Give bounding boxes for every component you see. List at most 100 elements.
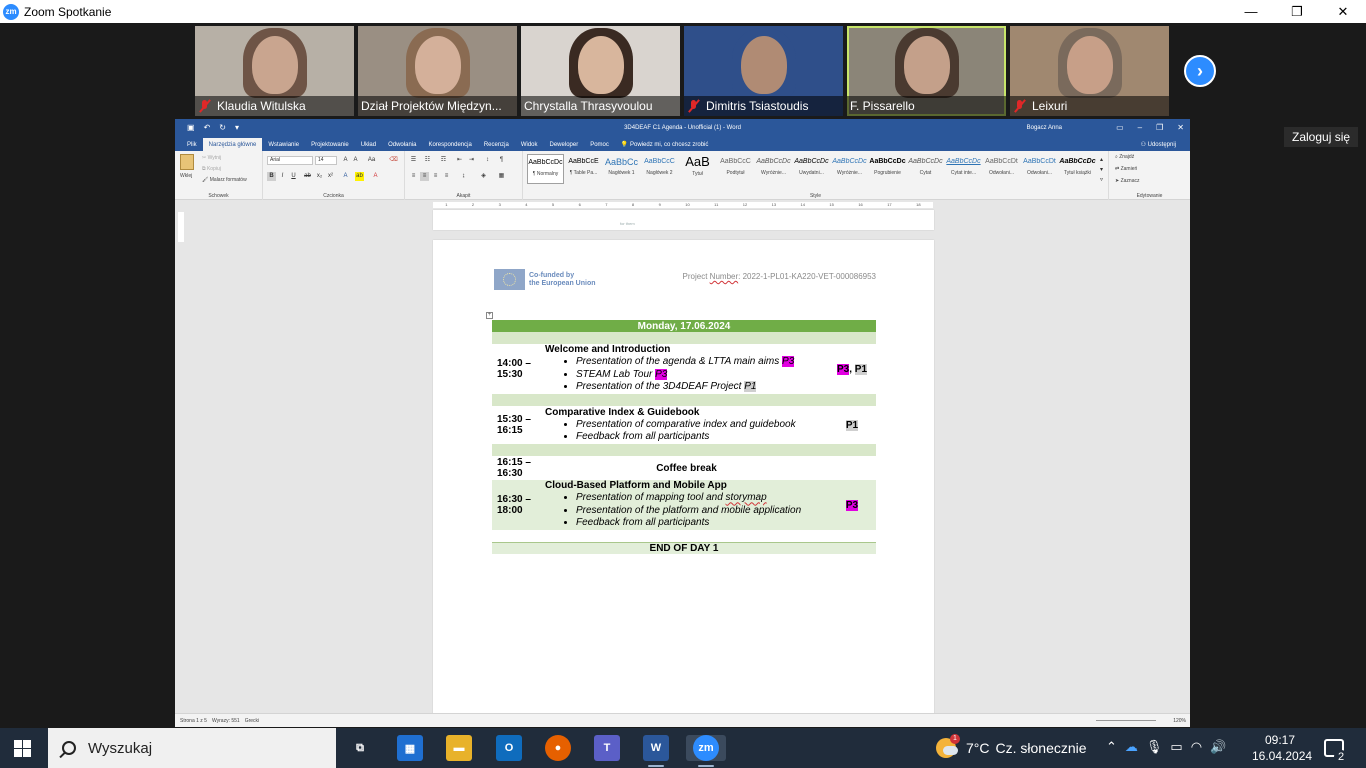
word-count[interactable]: Wyrazy: 551 — [212, 718, 240, 724]
numbering-icon[interactable]: ☷ — [423, 156, 432, 165]
change-case-icon[interactable]: Aa — [367, 156, 376, 165]
style-subtle-reference[interactable]: AaBbCcDt Odwołani... — [983, 154, 1020, 184]
align-center-icon[interactable]: ≡ — [420, 172, 429, 181]
zoom-slider[interactable] — [1096, 720, 1156, 721]
find-button[interactable]: ⌕ Znajdź — [1115, 154, 1134, 160]
style-strong[interactable]: AaBbCcDc Pogrubienie — [869, 154, 906, 184]
table-move-handle-icon[interactable]: + — [486, 312, 493, 319]
login-tooltip[interactable]: Zaloguj się — [1284, 127, 1359, 147]
share-button[interactable]: ⚇ Udostępnij — [1135, 138, 1182, 151]
close-button[interactable]: ✕ — [1320, 0, 1366, 23]
windows-start-icon[interactable] — [14, 740, 31, 757]
tab-developer[interactable]: Deweloper — [544, 138, 585, 151]
paste-button[interactable]: Wklej — [180, 173, 192, 179]
taskbar-clock[interactable]: 09:17 16.04.2024 — [1252, 732, 1312, 764]
participant-tile-speaking[interactable]: F. Pissarello — [847, 26, 1006, 116]
bullets-icon[interactable]: ☰ — [409, 156, 418, 165]
word-ribbon-options-icon[interactable]: ▭ — [1116, 123, 1124, 132]
align-right-icon[interactable]: ≡ — [431, 172, 440, 181]
next-page-arrow-icon[interactable]: › — [1184, 55, 1216, 87]
style-quote[interactable]: AaBbCcDc Cytat — [907, 154, 944, 184]
font-color-icon[interactable]: A — [371, 172, 380, 181]
clear-formatting-icon[interactable]: ⌫ — [389, 156, 398, 165]
tell-me-search[interactable]: 💡 Powiedz mi, co chcesz zrobić — [615, 138, 715, 151]
style-heading-2[interactable]: AaBbCcC Nagłówek 2 — [641, 154, 678, 184]
style-book-title[interactable]: AaBbCcDc Tytuł książki — [1059, 154, 1096, 184]
style-emphasis[interactable]: AaBbCcDc Uwydatni... — [793, 154, 830, 184]
styles-scroll-down-icon[interactable]: ▾ — [1097, 166, 1106, 175]
styles-scroll-up-icon[interactable]: ▴ — [1097, 156, 1106, 165]
cut-button[interactable]: ✂ Wytnij — [202, 155, 221, 161]
tab-file[interactable]: Plik — [181, 138, 203, 151]
strikethrough-icon[interactable]: ab — [303, 172, 312, 181]
store-icon[interactable]: ▦ — [397, 735, 423, 761]
font-size-select[interactable]: 14 — [315, 156, 337, 165]
styles-more-icon[interactable]: ▿ — [1097, 176, 1106, 185]
shading-icon[interactable]: ◈ — [479, 172, 488, 181]
style-title[interactable]: AaB Tytuł — [679, 154, 716, 184]
style-subtitle[interactable]: AaBbCcC Podtytuł — [717, 154, 754, 184]
firefox-icon[interactable]: ● — [545, 735, 571, 761]
participant-tile[interactable]: Chrystalla Thrasyvoulou — [521, 26, 680, 116]
sort-icon[interactable]: ↕ — [483, 156, 492, 165]
style-heading-1[interactable]: AaBbCc Nagłówek 1 — [603, 154, 640, 184]
participant-tile[interactable]: Dział Projektów Międzyn... — [358, 26, 517, 116]
participant-tile[interactable]: Dimitris Tsiastoudis — [684, 26, 843, 116]
tab-home[interactable]: Narzędzia główne — [202, 138, 263, 151]
font-name-select[interactable]: Arial — [267, 156, 313, 165]
horizontal-ruler[interactable]: 1 2 3 4 5 6 7 8 9 10 11 12 13 14 15 16 17 18 — [175, 200, 1190, 210]
file-explorer-icon[interactable]: ▬ — [446, 735, 472, 761]
vertical-ruler[interactable] — [178, 212, 184, 242]
word-user-name[interactable]: Bogacz Anna — [1027, 125, 1062, 131]
tab-help[interactable]: Pomoc — [584, 138, 615, 151]
style-intense-emphasis[interactable]: AaBbCcDc Wyróżnie... — [831, 154, 868, 184]
teams-icon[interactable]: T — [594, 735, 620, 761]
tab-insert[interactable]: Wstawianie — [262, 138, 305, 151]
tab-design[interactable]: Projektowanie — [305, 138, 355, 151]
style-intense-reference[interactable]: AaBbCcDt Odwołani... — [1021, 154, 1058, 184]
language[interactable]: Grecki — [245, 718, 259, 724]
document-page[interactable]: Co-funded by the European Union Project N… — [433, 240, 934, 720]
document-area[interactable]: for them Co-funded by the European Union … — [175, 210, 1190, 720]
chevron-up-icon[interactable]: ⌃ — [1106, 739, 1117, 755]
participant-tile[interactable]: Leixuri — [1010, 26, 1169, 116]
page-count[interactable]: Strona 1 z 5 — [180, 718, 207, 724]
tab-review[interactable]: Recenzja — [478, 138, 515, 151]
word-icon[interactable]: W — [643, 735, 669, 761]
maximize-button[interactable]: ❐ — [1274, 0, 1320, 23]
onedrive-icon[interactable]: ☁ — [1125, 739, 1138, 755]
increase-indent-icon[interactable]: ⇥ — [467, 156, 476, 165]
select-button[interactable]: ➤ Zaznacz — [1115, 178, 1140, 184]
align-left-icon[interactable]: ≡ — [409, 172, 418, 181]
taskbar-search[interactable]: Wyszukaj — [48, 728, 336, 768]
style-intense-quote[interactable]: AaBbCcDc Cytat inte... — [945, 154, 982, 184]
italic-icon[interactable]: I — [278, 172, 287, 181]
line-spacing-icon[interactable]: ↨ — [459, 172, 468, 181]
subscript-icon[interactable]: x₂ — [315, 172, 324, 181]
replace-button[interactable]: ⇄ Zamień — [1115, 166, 1137, 172]
word-close-icon[interactable]: ✕ — [1177, 123, 1184, 132]
style-normal[interactable]: AaBbCcDc ¶ Normalny — [527, 154, 564, 184]
zoom-level[interactable]: 120% — [1173, 718, 1186, 724]
task-view-icon[interactable]: ⧉ — [347, 735, 373, 761]
decrease-indent-icon[interactable]: ⇤ — [455, 156, 464, 165]
bold-icon[interactable]: B — [267, 172, 276, 181]
justify-icon[interactable]: ≡ — [442, 172, 451, 181]
volume-icon[interactable]: 🔊 — [1210, 739, 1226, 755]
superscript-icon[interactable]: x² — [326, 172, 335, 181]
multilevel-list-icon[interactable]: ☶ — [439, 156, 448, 165]
shrink-font-icon[interactable]: A — [351, 156, 360, 165]
word-restore-icon[interactable]: ❐ — [1156, 123, 1163, 132]
show-formatting-icon[interactable]: ¶ — [497, 156, 506, 165]
paste-icon[interactable] — [180, 154, 194, 170]
highlight-icon[interactable]: ab — [355, 172, 364, 181]
format-painter-button[interactable]: 🖌 Malarz formatów — [202, 177, 247, 183]
minimize-button[interactable]: — — [1228, 0, 1274, 23]
tab-references[interactable]: Odwołania — [382, 138, 422, 151]
tab-layout[interactable]: Układ — [355, 138, 382, 151]
style-subtle-emphasis[interactable]: AaBbCcDc Wyróżnie... — [755, 154, 792, 184]
style-table-paragraph[interactable]: AaBbCcE ¶ Table Pa... — [565, 154, 602, 184]
grow-font-icon[interactable]: A — [341, 156, 350, 165]
battery-icon[interactable]: ▭ — [1170, 739, 1182, 755]
underline-icon[interactable]: U — [289, 172, 298, 181]
